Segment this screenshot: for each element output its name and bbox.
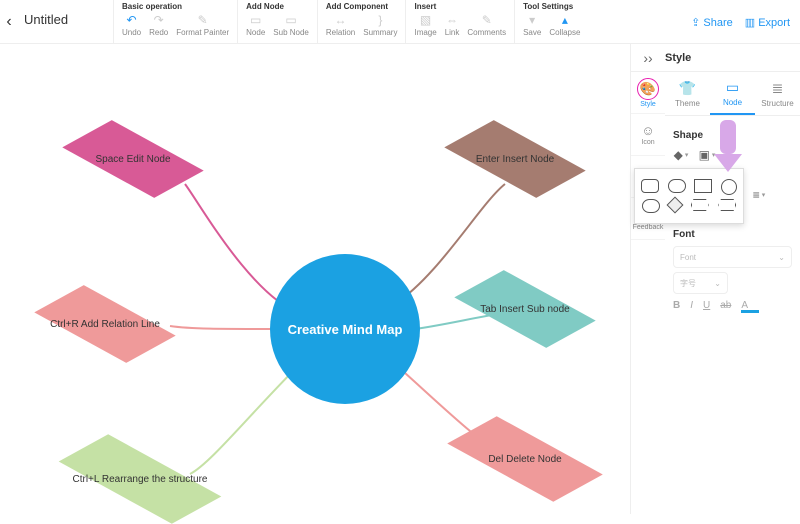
- font-color-button[interactable]: A: [741, 300, 759, 313]
- node-del[interactable]: Del Delete Node: [450, 424, 600, 494]
- shape-hexagon[interactable]: [691, 199, 709, 211]
- share-button[interactable]: ⇪ Share: [691, 16, 733, 29]
- bold-button[interactable]: B: [673, 300, 680, 313]
- italic-button[interactable]: I: [690, 300, 693, 313]
- shape-rounded-rect[interactable]: [641, 179, 659, 193]
- tutorial-arrow: [720, 120, 742, 172]
- toolbar-sum[interactable]: }Summary: [363, 13, 397, 37]
- node-enter-insert[interactable]: Enter Insert Node: [450, 124, 580, 194]
- font-family-select[interactable]: Font⌄: [673, 246, 792, 268]
- toolbar-rel[interactable]: ↔Relation: [326, 13, 355, 37]
- panel-title: Style: [665, 52, 691, 64]
- toolbar-node[interactable]: ▭Node: [246, 13, 265, 37]
- tab-structure[interactable]: ≣Structure: [755, 72, 800, 115]
- sidetab-icon[interactable]: ☺Icon: [631, 114, 665, 156]
- toolbar-link[interactable]: ⇔Link: [445, 13, 460, 37]
- shape-circle[interactable]: [721, 179, 737, 195]
- collapse-panel-button[interactable]: ››: [631, 50, 665, 66]
- toolbar-save[interactable]: ▾Save: [523, 13, 541, 37]
- mindmap-canvas[interactable]: Creative Mind Map Space Edit Node Ctrl+R…: [0, 44, 630, 514]
- tab-node[interactable]: ▭Node: [710, 72, 755, 115]
- node-tab-sub[interactable]: Tab Insert Sub node: [460, 274, 590, 344]
- right-panel: ›› Style 🎨Style☺Icon↺History🔧Feedback 👕T…: [630, 44, 800, 514]
- toolbar-subnode[interactable]: ▭Sub Node: [273, 13, 309, 37]
- shape-picker-button[interactable]: ▣: [699, 147, 715, 163]
- shape-rect[interactable]: [694, 179, 712, 193]
- toolbar-img[interactable]: ▧Image: [414, 13, 436, 37]
- export-button[interactable]: ▥ Export: [745, 16, 790, 29]
- fill-color-button[interactable]: ◆: [673, 147, 689, 163]
- node-rearrange[interactable]: Ctrl+L Rearrange the structure: [60, 444, 220, 514]
- section-font: Font: [673, 229, 792, 240]
- shape-diamond[interactable]: [667, 197, 684, 214]
- sidetab-style[interactable]: 🎨Style: [631, 72, 665, 114]
- shape-ellipse[interactable]: [642, 199, 660, 213]
- align-button[interactable]: ≡: [751, 187, 767, 203]
- underline-button[interactable]: U: [703, 300, 710, 313]
- font-size-select[interactable]: 字号⌄: [673, 272, 728, 294]
- shape-pill[interactable]: [668, 179, 686, 193]
- node-space-edit[interactable]: Space Edit Node: [68, 124, 198, 194]
- toolbar-redo[interactable]: ↷Redo: [149, 13, 168, 37]
- toolbar-com[interactable]: ✎Comments: [467, 13, 506, 37]
- toolbar-col[interactable]: ▴Collapse: [549, 13, 580, 37]
- document-title[interactable]: Untitled: [18, 0, 113, 39]
- tab-theme[interactable]: 👕Theme: [665, 72, 710, 115]
- center-node[interactable]: Creative Mind Map: [270, 254, 420, 404]
- shape-hexagon2[interactable]: [718, 199, 736, 211]
- toolbar-fmt[interactable]: ✎Format Painter: [176, 13, 229, 37]
- toolbar-undo[interactable]: ↶Undo: [122, 13, 141, 37]
- node-add-relation[interactable]: Ctrl+R Add Relation Line: [40, 289, 170, 359]
- strike-button[interactable]: ab: [720, 300, 731, 313]
- shape-popup: [634, 168, 744, 224]
- back-button[interactable]: ‹: [0, 0, 18, 44]
